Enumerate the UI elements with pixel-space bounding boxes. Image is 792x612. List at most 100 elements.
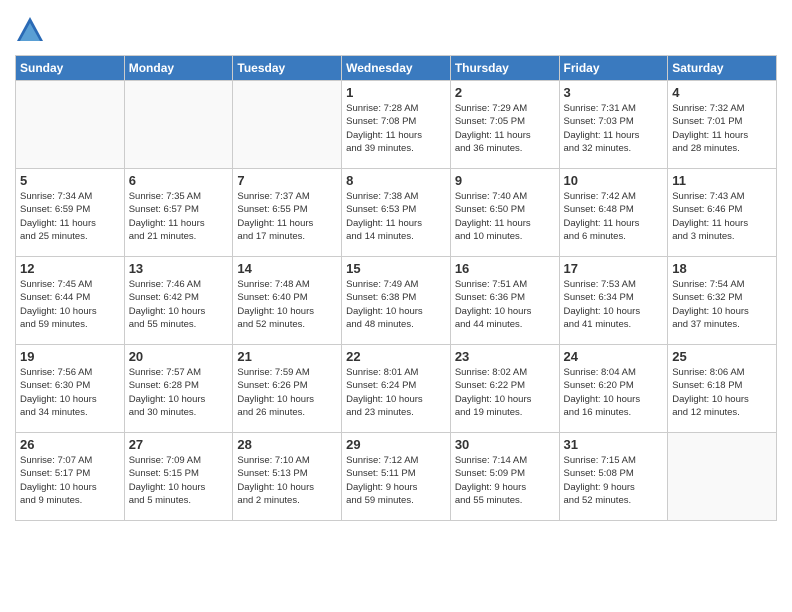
day-info: Sunrise: 7:49 AMSunset: 6:38 PMDaylight:… <box>346 278 446 331</box>
day-info: Sunrise: 8:04 AMSunset: 6:20 PMDaylight:… <box>564 366 664 419</box>
calendar-cell: 29 Sunrise: 7:12 AMSunset: 5:11 PMDayligh… <box>342 433 451 521</box>
day-number: 12 <box>20 261 120 276</box>
header-day-monday: Monday <box>124 56 233 81</box>
logo-icon <box>15 15 45 45</box>
calendar-cell: 1 Sunrise: 7:28 AMSunset: 7:08 PMDaylight… <box>342 81 451 169</box>
calendar-cell: 25 Sunrise: 8:06 AMSunset: 6:18 PMDayligh… <box>668 345 777 433</box>
day-number: 22 <box>346 349 446 364</box>
day-number: 15 <box>346 261 446 276</box>
calendar-cell: 7 Sunrise: 7:37 AMSunset: 6:55 PMDaylight… <box>233 169 342 257</box>
calendar-cell: 13 Sunrise: 7:46 AMSunset: 6:42 PMDayligh… <box>124 257 233 345</box>
calendar-cell: 27Sunrise: 7:09 AMSunset: 5:15 PMDayligh… <box>124 433 233 521</box>
day-number: 14 <box>237 261 337 276</box>
day-info: Sunrise: 7:42 AMSunset: 6:48 PMDaylight:… <box>564 190 664 243</box>
calendar-cell: 23 Sunrise: 8:02 AMSunset: 6:22 PMDayligh… <box>450 345 559 433</box>
calendar-cell <box>124 81 233 169</box>
day-info: Sunrise: 7:35 AMSunset: 6:57 PMDaylight:… <box>129 190 229 243</box>
day-number: 19 <box>20 349 120 364</box>
calendar-cell: 15 Sunrise: 7:49 AMSunset: 6:38 PMDayligh… <box>342 257 451 345</box>
day-info: Sunrise: 7:38 AMSunset: 6:53 PMDaylight:… <box>346 190 446 243</box>
week-row-4: 19 Sunrise: 7:56 AMSunset: 6:30 PMDayligh… <box>16 345 777 433</box>
day-info: Sunrise: 7:57 AMSunset: 6:28 PMDaylight:… <box>129 366 229 419</box>
calendar-cell: 11 Sunrise: 7:43 AMSunset: 6:46 PMDayligh… <box>668 169 777 257</box>
calendar-cell: 16 Sunrise: 7:51 AMSunset: 6:36 PMDayligh… <box>450 257 559 345</box>
day-info: Sunrise: 7:12 AMSunset: 5:11 PMDaylight:… <box>346 454 446 507</box>
day-info: Sunrise: 7:53 AMSunset: 6:34 PMDaylight:… <box>564 278 664 331</box>
day-info: Sunrise: 8:02 AMSunset: 6:22 PMDaylight:… <box>455 366 555 419</box>
day-number: 4 <box>672 85 772 100</box>
day-number: 18 <box>672 261 772 276</box>
calendar-table: SundayMondayTuesdayWednesdayThursdayFrid… <box>15 55 777 521</box>
header-day-saturday: Saturday <box>668 56 777 81</box>
calendar-cell: 10 Sunrise: 7:42 AMSunset: 6:48 PMDayligh… <box>559 169 668 257</box>
week-row-1: 1 Sunrise: 7:28 AMSunset: 7:08 PMDaylight… <box>16 81 777 169</box>
day-info: Sunrise: 7:32 AMSunset: 7:01 PMDaylight:… <box>672 102 772 155</box>
day-info: Sunrise: 7:10 AMSunset: 5:13 PMDaylight:… <box>237 454 337 507</box>
calendar-cell: 12Sunrise: 7:45 AMSunset: 6:44 PMDayligh… <box>16 257 125 345</box>
calendar-cell <box>233 81 342 169</box>
day-info: Sunrise: 7:54 AMSunset: 6:32 PMDaylight:… <box>672 278 772 331</box>
calendar-cell: 30Sunrise: 7:14 AMSunset: 5:09 PMDayligh… <box>450 433 559 521</box>
day-number: 16 <box>455 261 555 276</box>
day-number: 10 <box>564 173 664 188</box>
day-info: Sunrise: 7:34 AMSunset: 6:59 PMDaylight:… <box>20 190 120 243</box>
day-number: 13 <box>129 261 229 276</box>
day-info: Sunrise: 8:06 AMSunset: 6:18 PMDaylight:… <box>672 366 772 419</box>
calendar-cell: 28 Sunrise: 7:10 AMSunset: 5:13 PMDayligh… <box>233 433 342 521</box>
day-number: 30 <box>455 437 555 452</box>
day-info: Sunrise: 7:29 AMSunset: 7:05 PMDaylight:… <box>455 102 555 155</box>
week-row-2: 5 Sunrise: 7:34 AMSunset: 6:59 PMDaylight… <box>16 169 777 257</box>
calendar-cell: 8 Sunrise: 7:38 AMSunset: 6:53 PMDaylight… <box>342 169 451 257</box>
day-number: 21 <box>237 349 337 364</box>
calendar-cell <box>16 81 125 169</box>
day-info: Sunrise: 7:43 AMSunset: 6:46 PMDaylight:… <box>672 190 772 243</box>
day-number: 5 <box>20 173 120 188</box>
calendar-cell: 18 Sunrise: 7:54 AMSunset: 6:32 PMDayligh… <box>668 257 777 345</box>
calendar-cell: 21 Sunrise: 7:59 AMSunset: 6:26 PMDayligh… <box>233 345 342 433</box>
day-number: 11 <box>672 173 772 188</box>
calendar-cell: 14 Sunrise: 7:48 AMSunset: 6:40 PMDayligh… <box>233 257 342 345</box>
day-number: 20 <box>129 349 229 364</box>
day-number: 6 <box>129 173 229 188</box>
header-day-tuesday: Tuesday <box>233 56 342 81</box>
day-info: Sunrise: 7:59 AMSunset: 6:26 PMDaylight:… <box>237 366 337 419</box>
day-number: 1 <box>346 85 446 100</box>
day-number: 24 <box>564 349 664 364</box>
day-number: 9 <box>455 173 555 188</box>
calendar-cell: 26Sunrise: 7:07 AMSunset: 5:17 PMDayligh… <box>16 433 125 521</box>
calendar-cell: 24 Sunrise: 8:04 AMSunset: 6:20 PMDayligh… <box>559 345 668 433</box>
day-info: Sunrise: 8:01 AMSunset: 6:24 PMDaylight:… <box>346 366 446 419</box>
header-row: SundayMondayTuesdayWednesdayThursdayFrid… <box>16 56 777 81</box>
day-number: 2 <box>455 85 555 100</box>
day-number: 25 <box>672 349 772 364</box>
day-info: Sunrise: 7:09 AMSunset: 5:15 PMDaylight:… <box>129 454 229 507</box>
header-day-sunday: Sunday <box>16 56 125 81</box>
calendar-cell: 5 Sunrise: 7:34 AMSunset: 6:59 PMDaylight… <box>16 169 125 257</box>
day-number: 23 <box>455 349 555 364</box>
day-info: Sunrise: 7:48 AMSunset: 6:40 PMDaylight:… <box>237 278 337 331</box>
calendar-cell: 2 Sunrise: 7:29 AMSunset: 7:05 PMDaylight… <box>450 81 559 169</box>
logo <box>15 15 49 45</box>
header-day-thursday: Thursday <box>450 56 559 81</box>
day-info: Sunrise: 7:15 AMSunset: 5:08 PMDaylight:… <box>564 454 664 507</box>
day-info: Sunrise: 7:28 AMSunset: 7:08 PMDaylight:… <box>346 102 446 155</box>
day-info: Sunrise: 7:46 AMSunset: 6:42 PMDaylight:… <box>129 278 229 331</box>
day-number: 29 <box>346 437 446 452</box>
calendar-cell: 17Sunrise: 7:53 AMSunset: 6:34 PMDayligh… <box>559 257 668 345</box>
day-number: 28 <box>237 437 337 452</box>
day-number: 3 <box>564 85 664 100</box>
day-number: 7 <box>237 173 337 188</box>
day-info: Sunrise: 7:37 AMSunset: 6:55 PMDaylight:… <box>237 190 337 243</box>
calendar-cell: 4 Sunrise: 7:32 AMSunset: 7:01 PMDaylight… <box>668 81 777 169</box>
day-info: Sunrise: 7:40 AMSunset: 6:50 PMDaylight:… <box>455 190 555 243</box>
week-row-5: 26Sunrise: 7:07 AMSunset: 5:17 PMDayligh… <box>16 433 777 521</box>
day-info: Sunrise: 7:07 AMSunset: 5:17 PMDaylight:… <box>20 454 120 507</box>
day-info: Sunrise: 7:56 AMSunset: 6:30 PMDaylight:… <box>20 366 120 419</box>
calendar-cell: 9 Sunrise: 7:40 AMSunset: 6:50 PMDaylight… <box>450 169 559 257</box>
day-info: Sunrise: 7:51 AMSunset: 6:36 PMDaylight:… <box>455 278 555 331</box>
header-day-friday: Friday <box>559 56 668 81</box>
calendar-cell: 3Sunrise: 7:31 AMSunset: 7:03 PMDaylight… <box>559 81 668 169</box>
week-row-3: 12Sunrise: 7:45 AMSunset: 6:44 PMDayligh… <box>16 257 777 345</box>
day-number: 31 <box>564 437 664 452</box>
day-number: 8 <box>346 173 446 188</box>
